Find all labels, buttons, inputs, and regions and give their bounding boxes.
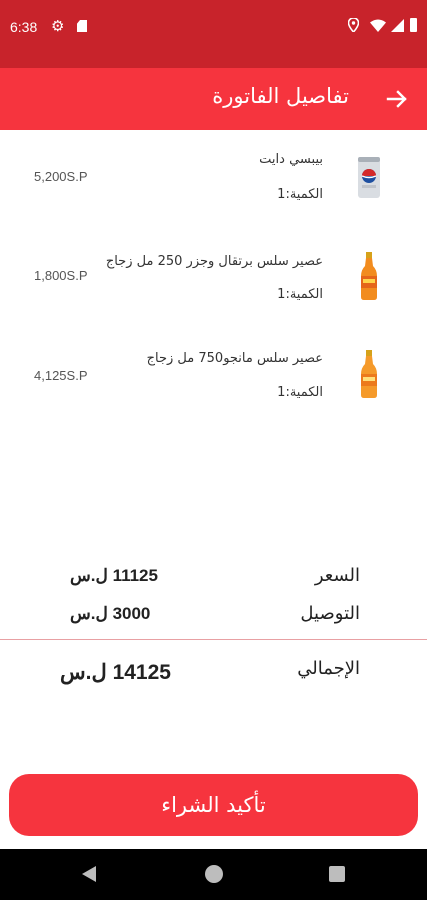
pepsi-can-image <box>358 157 380 198</box>
app-bar: تفاصيل الفاتورة <box>0 68 427 130</box>
page-title: تفاصيل الفاتورة <box>212 84 349 108</box>
nav-back-icon[interactable] <box>82 866 96 882</box>
item-price: 5,200S.P <box>34 169 88 184</box>
orange-juice-bottle-image <box>361 252 377 300</box>
item-name: عصير سلس مانجو750 مل زجاج <box>146 351 323 366</box>
nav-home-icon[interactable] <box>205 865 223 883</box>
sd-card-icon <box>77 20 87 32</box>
price-value: 11125 ل.س <box>70 566 158 585</box>
item-name: عصير سلس برتقال وجزر 250 مل زجاج <box>105 254 323 269</box>
cell-signal-icon <box>391 19 404 32</box>
item-price: 1,800S.P <box>34 268 88 283</box>
delivery-value: 3000 ل.س <box>70 604 151 623</box>
mango-juice-bottle-image <box>361 350 377 398</box>
status-time: 6:38 <box>10 19 38 35</box>
total-label: الإجمالي <box>297 658 360 679</box>
item-quantity: الكمية:1 <box>277 187 323 202</box>
delivery-label: التوصيل <box>300 603 360 624</box>
list-item: عصير سلس مانجو750 مل زجاج الكمية:1 4,125… <box>0 340 427 436</box>
price-label: السعر <box>314 565 360 586</box>
item-quantity: الكمية:1 <box>277 385 323 400</box>
item-quantity: الكمية:1 <box>277 287 323 302</box>
list-item: عصير سلس برتقال وجزر 250 مل زجاج الكمية:… <box>0 240 427 336</box>
status-bar: 6:38 ⚙ <box>0 0 427 68</box>
system-nav-bar <box>0 849 427 900</box>
wifi-icon <box>370 19 386 32</box>
summary-divider <box>0 639 427 640</box>
confirm-purchase-button[interactable]: تأكيد الشراء <box>9 774 418 836</box>
arrow-right-icon[interactable] <box>384 86 410 112</box>
nav-recents-icon[interactable] <box>329 866 345 882</box>
battery-icon <box>410 18 417 32</box>
list-item: بيبسي دايت الكمية:1 5,200S.P <box>0 140 427 236</box>
total-value: 14125 ل.س <box>60 661 171 684</box>
settings-gear-icon: ⚙ <box>51 17 65 35</box>
location-icon <box>348 18 359 32</box>
item-price: 4,125S.P <box>34 368 88 383</box>
item-name: بيبسي دايت <box>259 152 323 167</box>
